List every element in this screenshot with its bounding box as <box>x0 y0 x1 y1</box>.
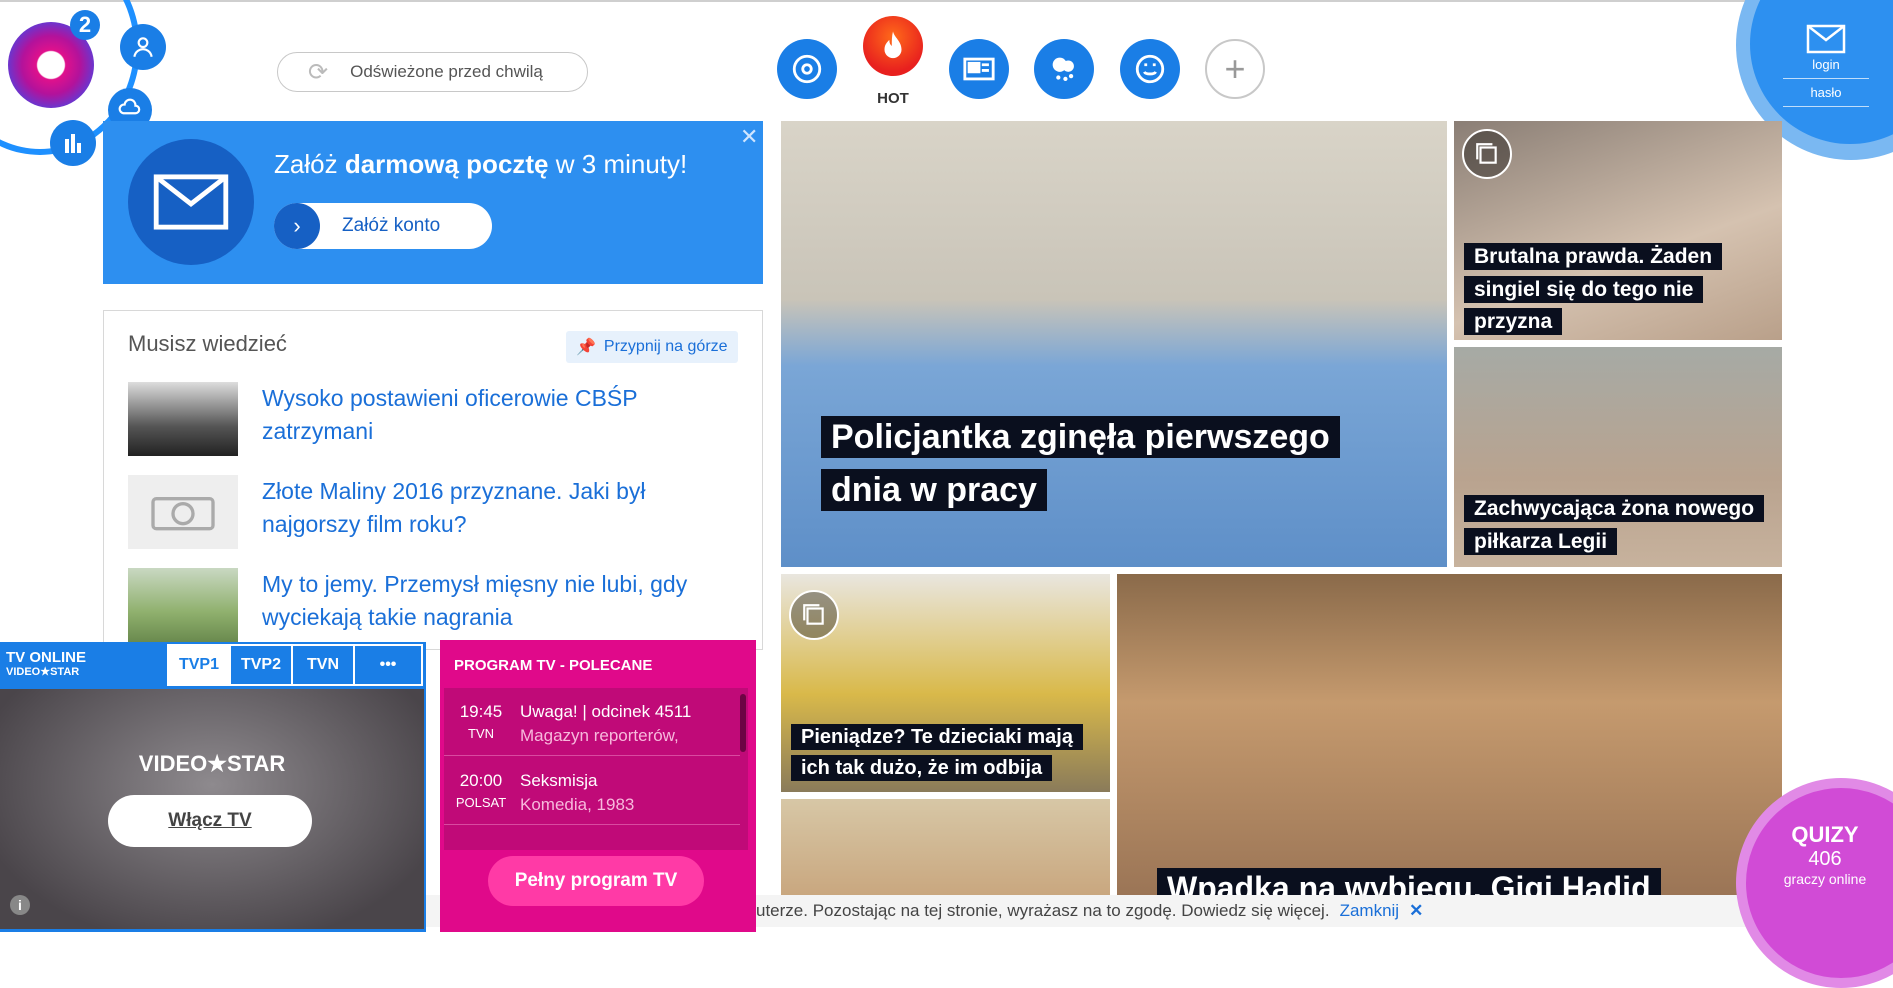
tv-label: TV ONLINE VIDEO★STAR <box>6 649 87 678</box>
turn-on-tv-button[interactable]: Włącz TV <box>108 795 312 847</box>
refresh-pill[interactable]: ⟳ Odświeżone przed chwilą <box>277 52 588 92</box>
envelope-icon <box>128 139 254 265</box>
tv-tabs: TVP1 TVP2 TVN ••• <box>167 644 423 686</box>
videostar-logo: VIDEO★STAR <box>138 751 286 776</box>
refresh-icon: ⟳ <box>308 58 329 86</box>
create-account-button[interactable]: › Załóż konto <box>274 203 492 249</box>
chevron-right-icon: › <box>274 203 320 249</box>
user-icon[interactable] <box>120 24 166 70</box>
gallery-icon <box>1462 129 1512 179</box>
news-thumbnail <box>128 568 238 642</box>
tab-tvp1[interactable]: TVP1 <box>169 646 231 684</box>
cookie-close-link[interactable]: Zamknij <box>1340 901 1400 921</box>
hot-label[interactable]: HOT <box>876 90 910 107</box>
hot-icon[interactable] <box>863 16 923 76</box>
info-icon[interactable]: i <box>10 895 30 915</box>
mail-promo-text: Załóż darmową pocztę w 3 minuty! <box>274 149 688 179</box>
smile-icon[interactable] <box>1120 39 1180 99</box>
login-link[interactable]: login <box>1783 57 1869 72</box>
small-story-caption[interactable]: Pieniądze? Te dzieciaki mają ich tak duż… <box>791 722 1101 784</box>
pin-button[interactable]: 📌 Przypnij na górze <box>566 331 738 363</box>
main-story-caption[interactable]: Policjantka zginęła pierwszego dnia w pr… <box>821 411 1381 516</box>
full-program-button[interactable]: Pełny program TV <box>488 856 704 906</box>
mail-promo: Załóż darmową pocztę w 3 minuty! › Załóż… <box>103 121 763 284</box>
tab-tvn[interactable]: TVN <box>293 646 355 684</box>
side-story-image[interactable]: Zachwycająca żona nowego piłkarza Legii <box>1454 347 1782 567</box>
stats-icon[interactable] <box>50 120 96 166</box>
tv-program-panel: PROGRAM TV - POLECANE 19:45 TVN Uwaga! | … <box>440 640 756 932</box>
list-item[interactable]: Wysoko postawieni oficerowie CBŚP zatrzy… <box>128 382 738 456</box>
camera-icon <box>128 475 238 549</box>
more-icon[interactable]: ••• <box>355 646 421 684</box>
refresh-text: Odświeżone przed chwilą <box>350 62 543 81</box>
tv-online-panel: TV ONLINE VIDEO★STAR TVP1 TVP2 TVN ••• VI… <box>0 642 426 932</box>
program-row[interactable]: 20:00 POLSAT Seksmisja Komedia, 1983 <box>444 757 740 825</box>
music-icon[interactable] <box>777 39 837 99</box>
list-item[interactable]: Złote Maliny 2016 przyznane. Jaki był na… <box>128 475 738 549</box>
tab-tvp2[interactable]: TVP2 <box>231 646 293 684</box>
pin-icon: 📌 <box>576 339 596 356</box>
password-link[interactable]: hasło <box>1783 85 1869 100</box>
large-story-caption[interactable]: Wpadka na wybiegu. Gigi Hadid <box>1157 864 1717 895</box>
logo-badge: 2 <box>70 10 100 40</box>
close-icon[interactable]: ✕ <box>1409 901 1423 921</box>
cloud-rain-icon[interactable] <box>1034 39 1094 99</box>
quiz-badge[interactable]: QUIZY 406 graczy online <box>1770 822 1880 887</box>
gallery-icon <box>789 590 839 640</box>
must-know-box: Musisz wiedzieć 📌 Przypnij na górze Wyso… <box>103 310 763 650</box>
scrollbar[interactable] <box>740 694 746 752</box>
program-row[interactable]: 19:45 TVN Uwaga! | odcinek 4511 Magazyn r… <box>444 688 740 756</box>
small-story-image[interactable]: Pieniądze? Te dzieciaki mają ich tak duż… <box>781 574 1110 792</box>
side-story-image[interactable]: Brutalna prawda. Żaden singiel się do te… <box>1454 121 1782 340</box>
main-story-image[interactable]: Policjantka zginęła pierwszego dnia w pr… <box>781 121 1447 567</box>
login-box: login hasło <box>1783 24 1869 113</box>
program-list: 19:45 TVN Uwaga! | odcinek 4511 Magazyn r… <box>444 688 748 850</box>
list-item[interactable]: My to jemy. Przemysł mięsny nie lubi, gd… <box>128 568 738 642</box>
news-icon[interactable] <box>949 39 1009 99</box>
section-title: Musisz wiedzieć <box>128 331 287 356</box>
tv-screen: VIDEO★STAR Włącz TV i <box>0 689 424 929</box>
mail-icon <box>1806 24 1846 54</box>
small-story-image[interactable] <box>781 799 1110 895</box>
side-story-caption[interactable]: Brutalna prawda. Żaden singiel się do te… <box>1464 241 1744 339</box>
add-icon[interactable]: + <box>1205 39 1265 99</box>
side-story-caption[interactable]: Zachwycająca żona nowego piłkarza Legii <box>1464 493 1774 558</box>
program-title: PROGRAM TV - POLECANE <box>454 657 653 674</box>
top-border <box>0 0 1893 2</box>
close-icon[interactable]: ✕ <box>740 124 758 150</box>
news-thumbnail <box>128 382 238 456</box>
large-story-image[interactable]: Wpadka na wybiegu. Gigi Hadid <box>1117 574 1782 895</box>
